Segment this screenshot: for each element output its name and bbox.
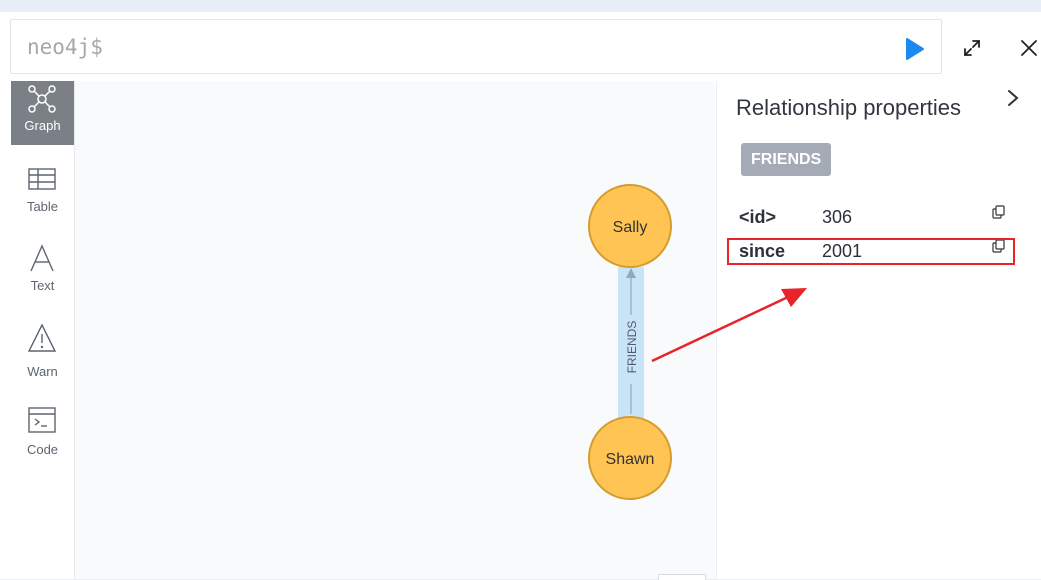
close-icon[interactable] (1019, 38, 1039, 58)
relationship-label: FRIENDS (625, 321, 639, 374)
graph-canvas[interactable]: FRIENDS Sally Shawn (75, 81, 715, 579)
sidebar-item-label: Table (26, 199, 59, 214)
sidebar-item-warn[interactable]: Warn (11, 321, 74, 385)
cypher-editor[interactable]: neo4j$ (10, 19, 942, 74)
properties-panel: Relationship properties FRIENDS <id> 306… (716, 81, 1035, 579)
resize-handle[interactable] (658, 574, 706, 580)
node-shawn[interactable]: Shawn (588, 416, 672, 500)
sidebar-item-code[interactable]: Code (11, 401, 74, 465)
sidebar-item-label: Code (26, 442, 59, 457)
graph-icon (28, 85, 56, 113)
warn-icon (27, 323, 57, 352)
sidebar-item-graph[interactable]: Graph (11, 81, 74, 145)
chevron-right-icon[interactable] (1003, 87, 1023, 109)
table-icon (28, 168, 56, 190)
annotation-highlight-box (727, 238, 1015, 265)
property-key: <id> (739, 207, 777, 227)
play-icon[interactable] (904, 37, 926, 61)
property-value: 306 (822, 207, 853, 227)
sidebar-item-label: Text (30, 278, 55, 293)
node-sally[interactable]: Sally (588, 184, 672, 268)
sidebar-item-table[interactable]: Table (11, 161, 74, 225)
view-sidebar: Graph Table Text Warn Code (10, 81, 75, 579)
node-label: Shawn (606, 451, 655, 468)
code-icon (28, 407, 56, 433)
copy-icon[interactable] (991, 204, 1007, 220)
editor-prompt: neo4j$ (27, 35, 103, 59)
text-icon (30, 244, 54, 272)
expand-icon[interactable] (962, 38, 982, 58)
panel-title: Relationship properties (736, 95, 962, 120)
relationship-type-badge[interactable]: FRIENDS (741, 143, 832, 176)
node-label: Sally (613, 219, 648, 236)
sidebar-item-label: Warn (27, 364, 58, 379)
sidebar-item-text[interactable]: Text (11, 241, 74, 305)
sidebar-item-label: Graph (24, 118, 61, 133)
property-row-id: <id> 306 (727, 202, 1015, 232)
